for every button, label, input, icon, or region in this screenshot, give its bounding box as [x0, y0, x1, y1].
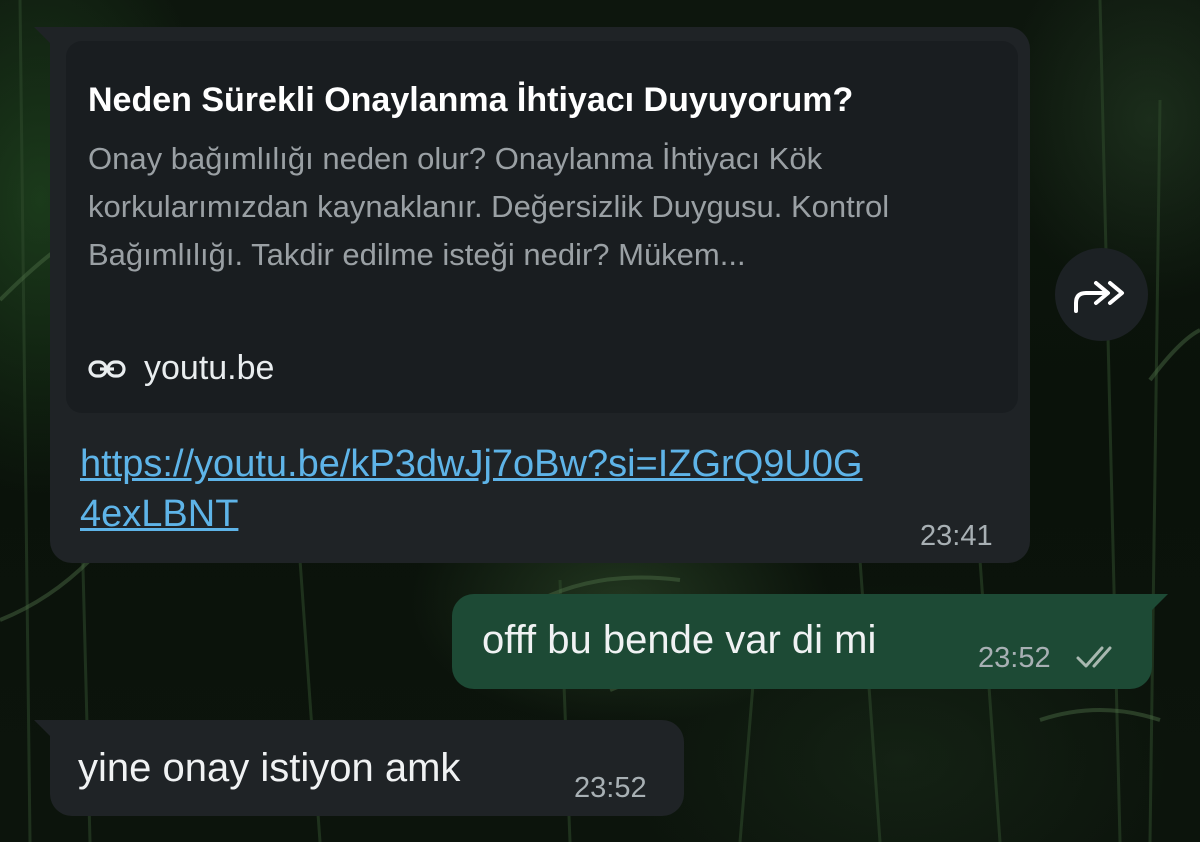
incoming-link-message[interactable]: Neden Sürekli Onaylanma İhtiyacı Duyuyor…: [34, 27, 1030, 563]
bubble-tail: [34, 27, 50, 43]
message-timestamp: 23:41: [920, 520, 993, 552]
bubble-tail: [1152, 594, 1168, 610]
outgoing-message-text: offf bu bende var di mi: [482, 618, 877, 662]
link-icon: [88, 359, 126, 378]
forward-icon: [1073, 280, 1124, 313]
message-timestamp: 23:52: [978, 642, 1051, 674]
link-preview-domain: youtu.be: [144, 349, 275, 387]
incoming-message[interactable]: yine onay istiyon amk 23:52: [34, 720, 684, 816]
forward-button[interactable]: [1055, 248, 1148, 341]
link-preview-title: Neden Sürekli Onaylanma İhtiyacı Duyuyor…: [88, 81, 854, 119]
link-preview-description: Onay bağımlılığı neden olur? Onaylanma İ…: [88, 141, 890, 272]
incoming-message-text: yine onay istiyon amk: [78, 746, 461, 790]
message-url-link[interactable]: https://youtu.be/kP3dwJj7oBw?si=IZGrQ9U0…: [80, 439, 880, 539]
message-timestamp: 23:52: [574, 772, 647, 804]
double-check-icon: [1076, 646, 1112, 668]
link-preview-source: youtu.be: [88, 349, 274, 388]
outgoing-message[interactable]: offf bu bende var di mi 23:52: [452, 594, 1168, 689]
link-preview-card[interactable]: Neden Sürekli Onaylanma İhtiyacı Duyuyor…: [66, 41, 1018, 413]
bubble-tail: [34, 720, 50, 736]
